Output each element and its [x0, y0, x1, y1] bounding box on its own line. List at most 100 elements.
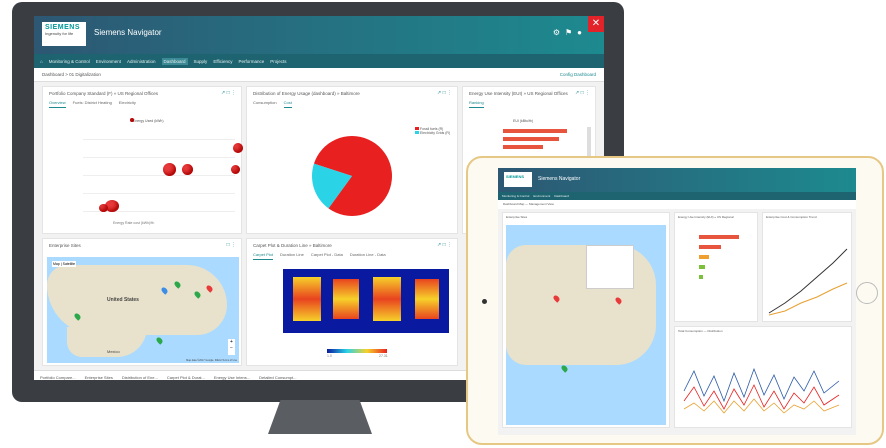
panel-tabs: Overview Fuels: District Heating Electri…: [43, 100, 241, 108]
tablet-eui-panel: Energy Use Intensity (EUI) » US Regional: [674, 212, 758, 322]
tablet-consumption-panel: Total Consumption — Distribution: [674, 326, 852, 428]
tablet-map[interactable]: [506, 225, 666, 425]
panel-tools-icons[interactable]: ↗ □ ⋮: [437, 90, 452, 96]
tablet-device: SIEMENS Siemens Navigator Monitoring & C…: [466, 156, 884, 445]
tablet-screen: SIEMENS Siemens Navigator Monitoring & C…: [498, 168, 856, 435]
menu-item[interactable]: Monitoring & Control: [502, 194, 529, 198]
app-title: Siemens Navigator: [94, 28, 162, 37]
bar[interactable]: [503, 137, 559, 141]
app-header: SIEMENS Ingenuity for life Siemens Naviga…: [34, 16, 604, 54]
tablet-breadcrumb: Dashboard Map — Management View: [498, 200, 856, 209]
scale-max: 27.31: [379, 354, 388, 358]
panel-title: Carpet Plot & Duration Line » Baltimore: [253, 243, 332, 248]
tab-carpet-data[interactable]: Carpet Plot - Data: [311, 252, 343, 260]
scale-min: 1.0: [327, 354, 332, 358]
map-label: Mexico: [107, 349, 120, 354]
tab-duration-line[interactable]: Duration Line: [280, 252, 304, 260]
composite-scene: SIEMENS Ingenuity for life Siemens Naviga…: [0, 0, 886, 448]
close-icon[interactable]: ✕: [588, 16, 604, 32]
tablet-app-title: Siemens Navigator: [538, 176, 581, 182]
menu-item[interactable]: Efficiency: [213, 59, 232, 64]
legend-swatch: [415, 131, 419, 134]
map-label: United States: [107, 297, 139, 303]
tablet-header: SIEMENS Siemens Navigator: [498, 168, 856, 192]
tablet-menu: Monitoring & Control Environment Dashboa…: [498, 192, 856, 200]
gear-icon[interactable]: ⚙: [553, 28, 560, 37]
tablet-trend-panel: Enterprise Cost & Consumption Trend: [762, 212, 852, 322]
menu-home-icon[interactable]: ⌂: [40, 59, 43, 64]
user-icon[interactable]: ●: [577, 28, 582, 37]
x-axis-label: Energy Rate cost (kWh)/ft²: [113, 221, 155, 225]
panel-title: Energy Use Intensity (EUI) » US Regional: [678, 215, 734, 219]
bubble-point[interactable]: [182, 164, 193, 175]
bubble-point[interactable]: [231, 165, 240, 174]
tab-overview[interactable]: Overview: [49, 100, 66, 108]
menu-item[interactable]: Environment: [96, 59, 121, 64]
tab-consumption[interactable]: Consumption: [253, 100, 277, 108]
panel-tabs: Carpet Plot Duration Line Carpet Plot - …: [247, 252, 457, 260]
color-scale: [327, 349, 387, 353]
map-type-control[interactable]: Map | Satellite: [52, 261, 77, 267]
heatmap[interactable]: [283, 269, 449, 333]
menu-item[interactable]: Dashboard: [554, 194, 569, 198]
pie-legend: Fossil fuels (R) Electricity Grids (R): [415, 127, 450, 135]
panel-title: Enterprise Sites: [49, 243, 81, 248]
legend-swatch: [415, 127, 419, 130]
tab-ranking[interactable]: Ranking: [469, 100, 484, 108]
chart-subtitle: EUI (kBtu/ft²): [513, 119, 534, 123]
tablet-camera: [482, 299, 487, 304]
tab-electricity[interactable]: Electricity: [119, 100, 136, 108]
menu-item[interactable]: Supply: [194, 59, 208, 64]
main-menu: ⌂ Monitoring & Control Environment Admin…: [34, 54, 604, 68]
taskbar-item[interactable]: Enterprise Sites: [85, 375, 113, 380]
taskbar-item[interactable]: Portfolio Compare...: [40, 375, 76, 380]
map-pin[interactable]: [155, 336, 164, 345]
bar[interactable]: [503, 129, 567, 133]
bar[interactable]: [503, 145, 543, 149]
map-info-popup[interactable]: [586, 245, 634, 289]
panel-title: Enterprise Sites: [506, 215, 528, 219]
menu-item[interactable]: Monitoring & Control: [49, 59, 90, 64]
map-pin[interactable]: [560, 364, 569, 373]
panel-tools-icons[interactable]: □ ⋮: [227, 242, 236, 248]
zoom-control[interactable]: + −: [228, 339, 235, 355]
taskbar-item[interactable]: Energy Use Intens...: [214, 375, 250, 380]
portfolio-panel: Portfolio Company Standard (F) » US Regi…: [42, 86, 243, 234]
pie-chart: [312, 136, 392, 216]
bubble-point[interactable]: [99, 204, 108, 212]
config-dashboard-link[interactable]: Config Dashboard: [560, 72, 596, 77]
tab-district-heating[interactable]: Fuels: District Heating: [73, 100, 112, 108]
breadcrumb: Dashboard > 01 Digitalization Config Dash…: [34, 68, 604, 82]
chart-legend: Energy Used (kWh): [133, 119, 164, 123]
siemens-logo: SIEMENS Ingenuity for life: [42, 22, 86, 46]
menu-item[interactable]: Projects: [270, 59, 286, 64]
carpet-plot-panel: Carpet Plot & Duration Line » Baltimore …: [246, 238, 458, 366]
taskbar-item[interactable]: Distribution of Ene...: [122, 375, 158, 380]
panel-tools-icons[interactable]: ↗ □ ⋮: [437, 242, 452, 248]
bubble-point[interactable]: [233, 143, 243, 153]
panel-tools-icons[interactable]: ↗ □ ⋮: [575, 90, 590, 96]
bubble-point[interactable]: [163, 163, 176, 176]
panel-title: Enterprise Cost & Consumption Trend: [766, 215, 817, 219]
trend-line-chart: [768, 248, 848, 316]
sites-map[interactable]: Map | Satellite United States Mexico + − …: [47, 257, 239, 363]
tab-duration-data[interactable]: Duration Line - Data: [350, 252, 386, 260]
distribution-panel: Distribution of Energy Usage (dashboard)…: [246, 86, 458, 234]
map-attribution: Map data ©2017 Google, INEGI Terms of Us…: [186, 359, 237, 362]
monitor-stand: [268, 400, 372, 434]
tab-cost[interactable]: Cost: [283, 100, 292, 108]
menu-item-active[interactable]: Dashboard: [161, 57, 188, 65]
panel-title: Total Consumption — Distribution: [678, 329, 723, 333]
taskbar-item[interactable]: Detailed Consumpt...: [259, 375, 296, 380]
panel-tools-icons[interactable]: ↗ □ ⋮: [221, 90, 236, 96]
legend-item: Electricity Grids (R): [415, 131, 450, 135]
enterprise-sites-panel: Enterprise Sites □ ⋮ Map | Satellite Uni…: [42, 238, 242, 366]
menu-item[interactable]: Administration: [127, 59, 156, 64]
tab-carpet-plot[interactable]: Carpet Plot: [253, 252, 274, 260]
bell-icon[interactable]: ⚑: [565, 28, 572, 37]
menu-item[interactable]: Performance: [239, 59, 265, 64]
taskbar-item[interactable]: Carpet Plot & Durat...: [167, 375, 205, 380]
tablet-home-button[interactable]: [856, 282, 878, 304]
menu-item[interactable]: Environment: [533, 194, 550, 198]
legend-marker: [130, 118, 134, 122]
